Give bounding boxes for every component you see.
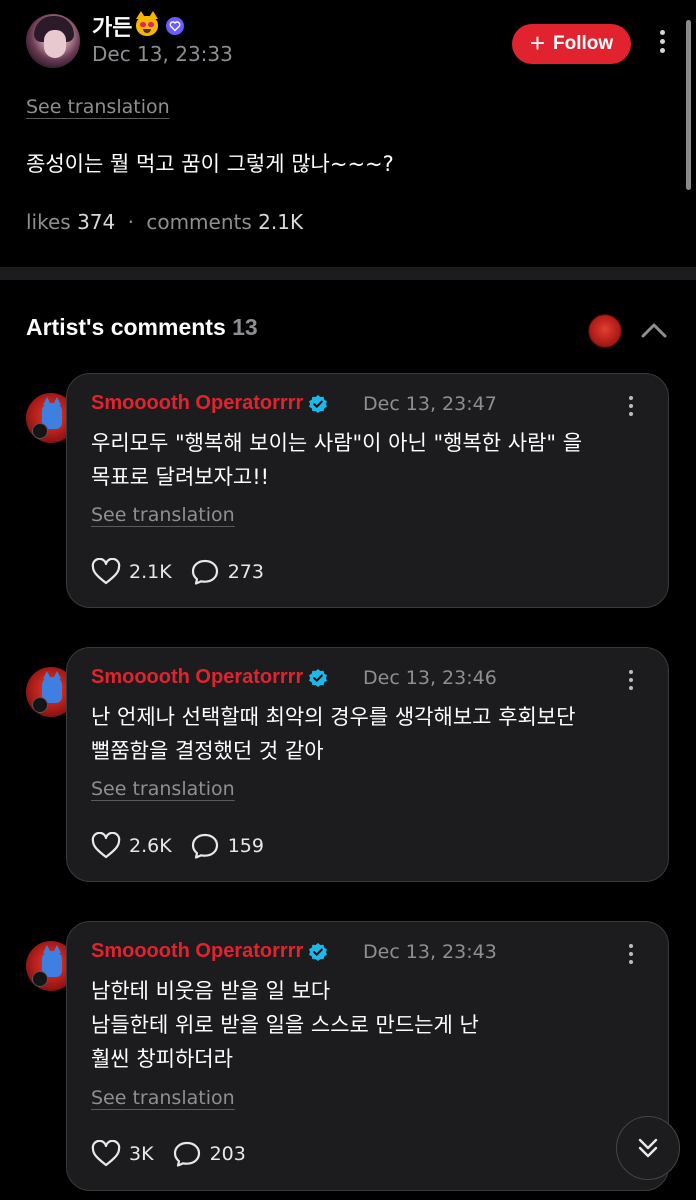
artist-comments-title-text: Artist's comments	[26, 314, 226, 340]
chevron-up-icon[interactable]	[640, 318, 668, 342]
post-page: 가든 Dec 13, 23:33 + Follow See translatio…	[0, 0, 696, 1200]
comment-line: 남들한테 위로 받을 일을 스스로 만드는게 난	[91, 1013, 479, 1037]
author-name[interactable]: 가든	[92, 10, 132, 42]
comment-actions: 2.1K 273	[91, 558, 264, 586]
like-count: 2.6K	[129, 835, 172, 857]
likes-count[interactable]: 374	[77, 210, 115, 234]
more-vertical-icon[interactable]	[629, 944, 633, 964]
like-button[interactable]: 2.6K	[91, 832, 172, 860]
comment-date: Dec 13, 23:46	[363, 667, 497, 689]
post-body: 종성이는 뭘 먹고 꿈이 그렇게 많나~~~?	[26, 152, 394, 176]
artist-comment-card: Smooooth Operatorrrr Dec 13, 23:47 우리모두 …	[66, 373, 669, 608]
like-button[interactable]: 3K	[91, 1140, 154, 1168]
heart-icon	[91, 832, 121, 859]
comment-line: 목표로 달려보자고!!	[91, 465, 270, 489]
verified-badge-icon	[309, 668, 328, 687]
section-divider	[0, 267, 696, 280]
comment-actions: 3K 203	[91, 1140, 246, 1168]
artist-avatar[interactable]	[588, 314, 622, 348]
comments-count[interactable]: 2.1K	[258, 210, 303, 234]
follow-button[interactable]: + Follow	[512, 24, 631, 64]
comment-line: 난 언제나 선택할때 최악의 경우를 생각해보고 후회보단	[91, 705, 576, 729]
post-date: Dec 13, 23:33	[92, 42, 233, 66]
heart-icon	[91, 1140, 121, 1167]
reply-button[interactable]: 203	[172, 1140, 246, 1168]
comment-date: Dec 13, 23:43	[363, 941, 497, 963]
see-translation-link[interactable]: See translation	[91, 778, 235, 800]
verified-badge-icon	[166, 17, 185, 35]
double-chevron-down-icon	[638, 1138, 658, 1158]
more-vertical-icon[interactable]	[660, 30, 665, 53]
comment-text: 남한테 비웃음 받을 일 보다 남들한테 위로 받을 일을 스스로 만드는게 난…	[91, 974, 651, 1076]
like-button[interactable]: 2.1K	[91, 558, 172, 586]
commenter-name-row: Smooooth Operatorrrr	[91, 666, 328, 689]
chat-bubble-icon	[191, 559, 218, 585]
chat-bubble-icon	[173, 1141, 200, 1167]
scrollbar[interactable]	[686, 20, 691, 190]
artist-comment-card: Smooooth Operatorrrr Dec 13, 23:43 남한테 비…	[66, 921, 669, 1191]
like-count: 2.1K	[129, 561, 172, 583]
comment-line: 우리모두 "행복해 보이는 사람"이 아닌 "행복한 사람" 을	[91, 431, 583, 455]
reply-count: 159	[227, 835, 264, 857]
reply-count: 273	[227, 561, 264, 583]
reply-count: 203	[209, 1143, 246, 1165]
scroll-down-button[interactable]	[616, 1116, 680, 1180]
author-avatar[interactable]	[26, 14, 80, 68]
commenter-name[interactable]: Smooooth Operatorrrr	[91, 666, 303, 689]
like-count: 3K	[129, 1143, 154, 1165]
comment-text: 난 언제나 선택할때 최악의 경우를 생각해보고 후회보단 뻘쭘함을 결정했던 …	[91, 700, 651, 768]
post-header: 가든 Dec 13, 23:33 + Follow	[0, 0, 696, 90]
commenter-name[interactable]: Smooooth Operatorrrr	[91, 392, 303, 415]
comment-date: Dec 13, 23:47	[363, 393, 497, 415]
comment-line: 훨씬 창피하더라	[91, 1047, 233, 1071]
heart-eyes-cat-emoji-icon	[136, 11, 159, 36]
comments-label: comments	[146, 210, 252, 234]
artist-comment-card: Smooooth Operatorrrr Dec 13, 23:46 난 언제나…	[66, 647, 669, 882]
reply-button[interactable]: 273	[190, 558, 264, 586]
verified-badge-icon	[309, 394, 328, 413]
chat-bubble-icon	[191, 833, 218, 859]
likes-label: likes	[26, 210, 71, 234]
comment-line: 남한테 비웃음 받을 일 보다	[91, 979, 331, 1003]
see-translation-link[interactable]: See translation	[91, 504, 235, 526]
comment-text: 우리모두 "행복해 보이는 사람"이 아닌 "행복한 사람" 을 목표로 달려보…	[91, 426, 651, 494]
post-stats: likes 374 · comments 2.1K	[26, 210, 303, 234]
more-vertical-icon[interactable]	[629, 396, 633, 416]
artist-comments-count: 13	[232, 314, 258, 340]
reply-button[interactable]: 159	[190, 832, 264, 860]
author-name-row: 가든	[92, 10, 185, 42]
verified-badge-icon	[309, 942, 328, 961]
follow-label: Follow	[553, 33, 614, 54]
commenter-name[interactable]: Smooooth Operatorrrr	[91, 940, 303, 963]
commenter-name-row: Smooooth Operatorrrr	[91, 940, 328, 963]
comment-actions: 2.6K 159	[91, 832, 264, 860]
separator-dot: ·	[127, 210, 134, 234]
artist-comments-title: Artist's comments 13	[26, 314, 258, 341]
plus-icon: +	[529, 28, 546, 58]
comment-line: 뻘쭘함을 결정했던 것 같아	[91, 739, 324, 763]
see-translation-link[interactable]: See translation	[26, 96, 170, 118]
more-vertical-icon[interactable]	[629, 670, 633, 690]
see-translation-link[interactable]: See translation	[91, 1087, 235, 1109]
commenter-name-row: Smooooth Operatorrrr	[91, 392, 328, 415]
heart-icon	[91, 558, 121, 585]
